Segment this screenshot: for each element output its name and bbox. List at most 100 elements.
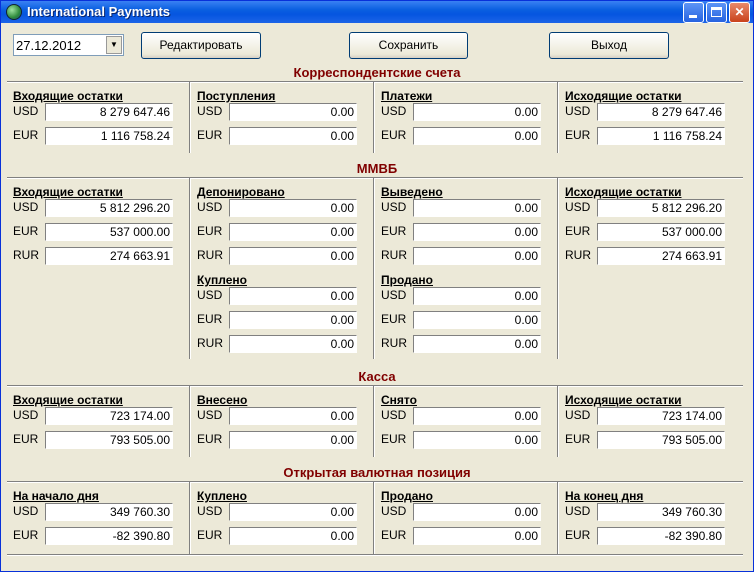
amount-field-position-sold-eur[interactable]: 0.00 [413,527,541,545]
amount-field-micex-sold-usd[interactable]: 0.00 [413,287,541,305]
amount-field-cash-withdrawn-eur[interactable]: 0.00 [413,431,541,449]
edit-button[interactable]: Редактировать [141,32,261,59]
amount-field-micex-sold-rur[interactable]: 0.00 [413,335,541,353]
amount-field-cash-opening-eur[interactable]: 793 505.00 [45,431,173,449]
group-label-corr-opening: Входящие остатки [13,89,123,103]
maximize-icon [711,7,722,17]
amount-field-micex-deposited-eur[interactable]: 0.00 [229,223,357,241]
chevron-down-icon[interactable]: ▼ [106,36,122,54]
amount-field-corr-closing-usd[interactable]: 8 279 647.46 [597,103,725,121]
amount-field-corr-opening-usd[interactable]: 8 279 647.46 [45,103,173,121]
group-label-micex-opening: Входящие остатки [13,185,123,199]
amount-field-micex-bought-usd[interactable]: 0.00 [229,287,357,305]
minimize-button[interactable] [683,2,704,23]
currency-label: RUR [13,248,39,262]
column-divider [557,178,559,359]
currency-label: USD [565,104,591,118]
amount-field-micex-closing-rur[interactable]: 274 663.91 [597,247,725,265]
column-divider [373,178,375,359]
section-divider [7,385,743,387]
amount-field-micex-withdrawn-rur[interactable]: 0.00 [413,247,541,265]
column-divider [557,386,559,457]
amount-field-cash-deposited-usd[interactable]: 0.00 [229,407,357,425]
currency-label: EUR [197,224,223,238]
amount-field-micex-closing-usd[interactable]: 5 812 296.20 [597,199,725,217]
maximize-button[interactable] [706,2,727,23]
group-label-cash-deposited: Внесено [197,393,248,407]
amount-field-micex-withdrawn-usd[interactable]: 0.00 [413,199,541,217]
amount-field-position-start-eur[interactable]: -82 390.80 [45,527,173,545]
globe-icon [6,4,22,20]
amount-field-micex-closing-eur[interactable]: 537 000.00 [597,223,725,241]
currency-label: USD [13,504,39,518]
group-label-corr-receipts: Поступления [197,89,276,103]
currency-label: EUR [197,528,223,542]
exit-button[interactable]: Выход [549,32,669,59]
currency-label: USD [197,200,223,214]
column-divider [189,82,191,153]
currency-label: EUR [381,312,407,326]
currency-label: USD [565,408,591,422]
amount-field-position-bought-eur[interactable]: 0.00 [229,527,357,545]
amount-field-corr-payments-usd[interactable]: 0.00 [413,103,541,121]
currency-label: USD [197,104,223,118]
currency-label: USD [381,200,407,214]
currency-label: EUR [13,528,39,542]
amount-field-corr-opening-eur[interactable]: 1 116 758.24 [45,127,173,145]
column-divider [373,386,375,457]
currency-label: EUR [381,224,407,238]
group-label-micex-deposited: Депонировано [197,185,285,199]
column-divider [557,482,559,554]
section-divider [7,81,743,83]
section-title-micex: ММВБ [356,161,398,176]
save-button[interactable]: Сохранить [349,32,468,59]
currency-label: USD [381,408,407,422]
currency-label: USD [565,504,591,518]
amount-field-position-start-usd[interactable]: 349 760.30 [45,503,173,521]
title-bar[interactable]: International Payments ✕ [1,1,753,23]
minimize-icon [689,15,697,18]
amount-field-corr-closing-eur[interactable]: 1 116 758.24 [597,127,725,145]
amount-field-cash-opening-usd[interactable]: 723 174.00 [45,407,173,425]
column-divider [373,82,375,153]
amount-field-corr-receipts-eur[interactable]: 0.00 [229,127,357,145]
date-select[interactable]: 27.12.2012 ▼ [13,34,124,56]
currency-label: EUR [197,128,223,142]
currency-label: USD [381,504,407,518]
group-label-corr-payments: Платежи [381,89,433,103]
amount-field-micex-opening-usd[interactable]: 5 812 296.20 [45,199,173,217]
group-label-position-sold: Продано [381,489,433,503]
section-divider [7,177,743,179]
currency-label: USD [13,104,39,118]
amount-field-micex-sold-eur[interactable]: 0.00 [413,311,541,329]
amount-field-micex-opening-eur[interactable]: 537 000.00 [45,223,173,241]
amount-field-micex-opening-rur[interactable]: 274 663.91 [45,247,173,265]
currency-label: EUR [13,224,39,238]
currency-label: USD [565,200,591,214]
currency-label: RUR [565,248,591,262]
window-title: International Payments [27,4,171,19]
amount-field-micex-bought-rur[interactable]: 0.00 [229,335,357,353]
amount-field-micex-bought-eur[interactable]: 0.00 [229,311,357,329]
amount-field-position-end-eur[interactable]: -82 390.80 [597,527,725,545]
amount-field-corr-receipts-usd[interactable]: 0.00 [229,103,357,121]
amount-field-position-bought-usd[interactable]: 0.00 [229,503,357,521]
group-label-cash-closing: Исходящие остатки [565,393,682,407]
currency-label: EUR [565,224,591,238]
amount-field-cash-withdrawn-usd[interactable]: 0.00 [413,407,541,425]
amount-field-position-sold-usd[interactable]: 0.00 [413,503,541,521]
amount-field-cash-deposited-eur[interactable]: 0.00 [229,431,357,449]
currency-label: USD [381,104,407,118]
amount-field-position-end-usd[interactable]: 349 760.30 [597,503,725,521]
section-divider [7,481,743,483]
amount-field-corr-payments-eur[interactable]: 0.00 [413,127,541,145]
close-button[interactable]: ✕ [729,2,750,23]
amount-field-cash-closing-eur[interactable]: 793 505.00 [597,431,725,449]
amount-field-micex-withdrawn-eur[interactable]: 0.00 [413,223,541,241]
currency-label: EUR [381,432,407,446]
column-divider [189,482,191,554]
amount-field-micex-deposited-rur[interactable]: 0.00 [229,247,357,265]
amount-field-micex-deposited-usd[interactable]: 0.00 [229,199,357,217]
group-label-position-end: На конец дня [565,489,644,503]
amount-field-cash-closing-usd[interactable]: 723 174.00 [597,407,725,425]
